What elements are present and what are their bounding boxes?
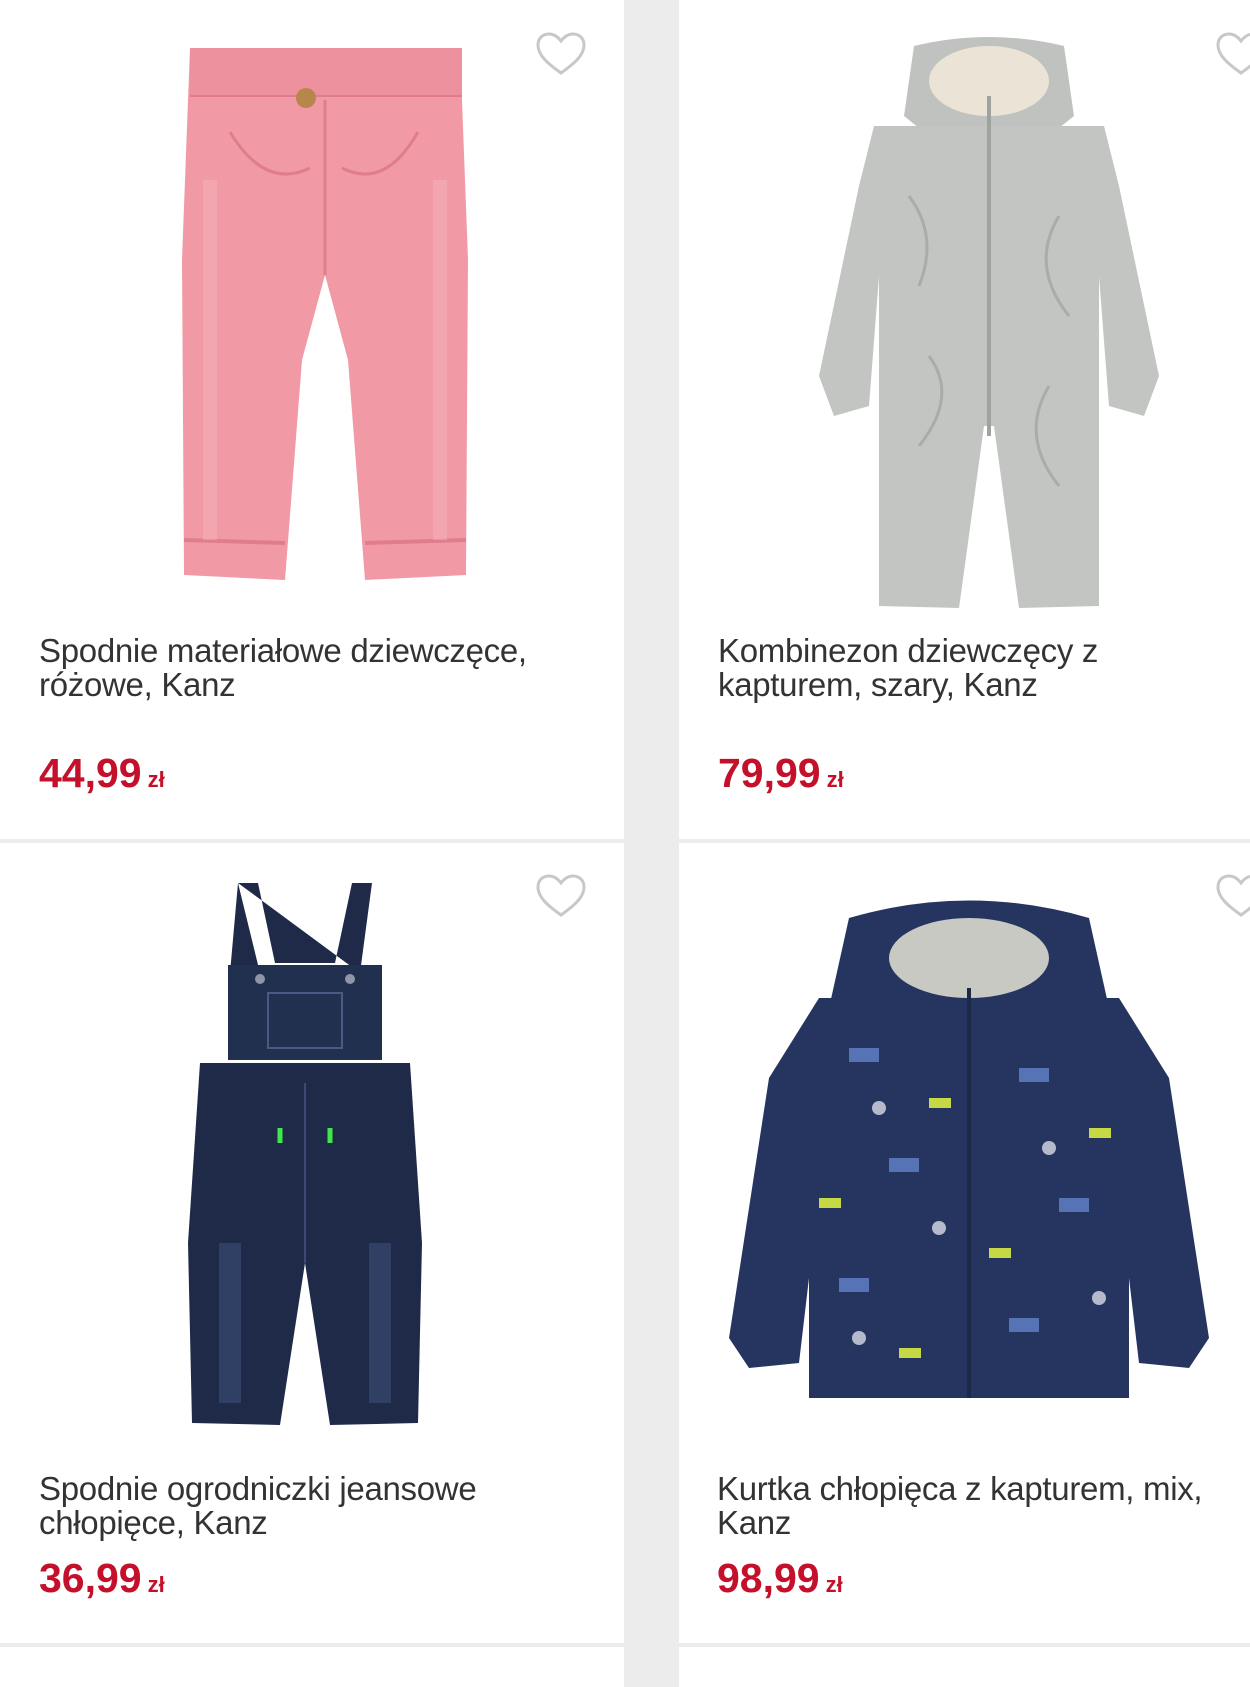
denim-dungarees-image[interactable] [180, 883, 430, 1428]
heart-outline-icon[interactable] [1215, 31, 1250, 77]
product-title[interactable]: Spodnie materiałowe dziewczęce, różowe, … [39, 634, 599, 702]
product-price: 79,99 zł [718, 750, 844, 797]
price-value: 98,99 [717, 1555, 820, 1601]
price-currency: zł [147, 1572, 165, 1597]
price-value: 79,99 [718, 750, 821, 796]
heart-outline-icon[interactable] [535, 31, 587, 77]
product-card[interactable]: Spodnie materiałowe dziewczęce, różowe, … [0, 0, 624, 839]
product-price: 36,99 zł [39, 1555, 165, 1602]
navy-print-jacket-image[interactable] [719, 898, 1219, 1403]
price-currency: zł [825, 1572, 843, 1597]
pink-corduroy-pants-image[interactable] [170, 40, 480, 580]
price-currency: zł [147, 767, 165, 792]
heart-outline-icon[interactable] [535, 873, 587, 919]
product-grid: Spodnie materiałowe dziewczęce, różowe, … [0, 0, 1250, 1687]
price-currency: zł [826, 767, 844, 792]
price-value: 36,99 [39, 1555, 142, 1601]
product-title[interactable]: Kombinezon dziewczęcy z kapturem, szary,… [718, 634, 1238, 702]
grey-hooded-snowsuit-image[interactable] [799, 36, 1179, 611]
product-card-partial[interactable] [0, 1647, 624, 1687]
product-price: 44,99 zł [39, 750, 165, 797]
heart-outline-icon[interactable] [1215, 873, 1250, 919]
product-card-partial[interactable] [679, 1647, 1250, 1687]
price-value: 44,99 [39, 750, 142, 796]
product-card[interactable]: Kurtka chłopięca z kapturem, mix, Kanz 9… [679, 843, 1250, 1643]
product-card[interactable]: Kombinezon dziewczęcy z kapturem, szary,… [679, 0, 1250, 839]
product-title[interactable]: Spodnie ogrodniczki jeansowe chłopięce, … [39, 1472, 599, 1540]
product-price: 98,99 zł [717, 1555, 843, 1602]
product-title[interactable]: Kurtka chłopięca z kapturem, mix, Kanz [717, 1472, 1237, 1540]
product-card[interactable]: Spodnie ogrodniczki jeansowe chłopięce, … [0, 843, 624, 1643]
